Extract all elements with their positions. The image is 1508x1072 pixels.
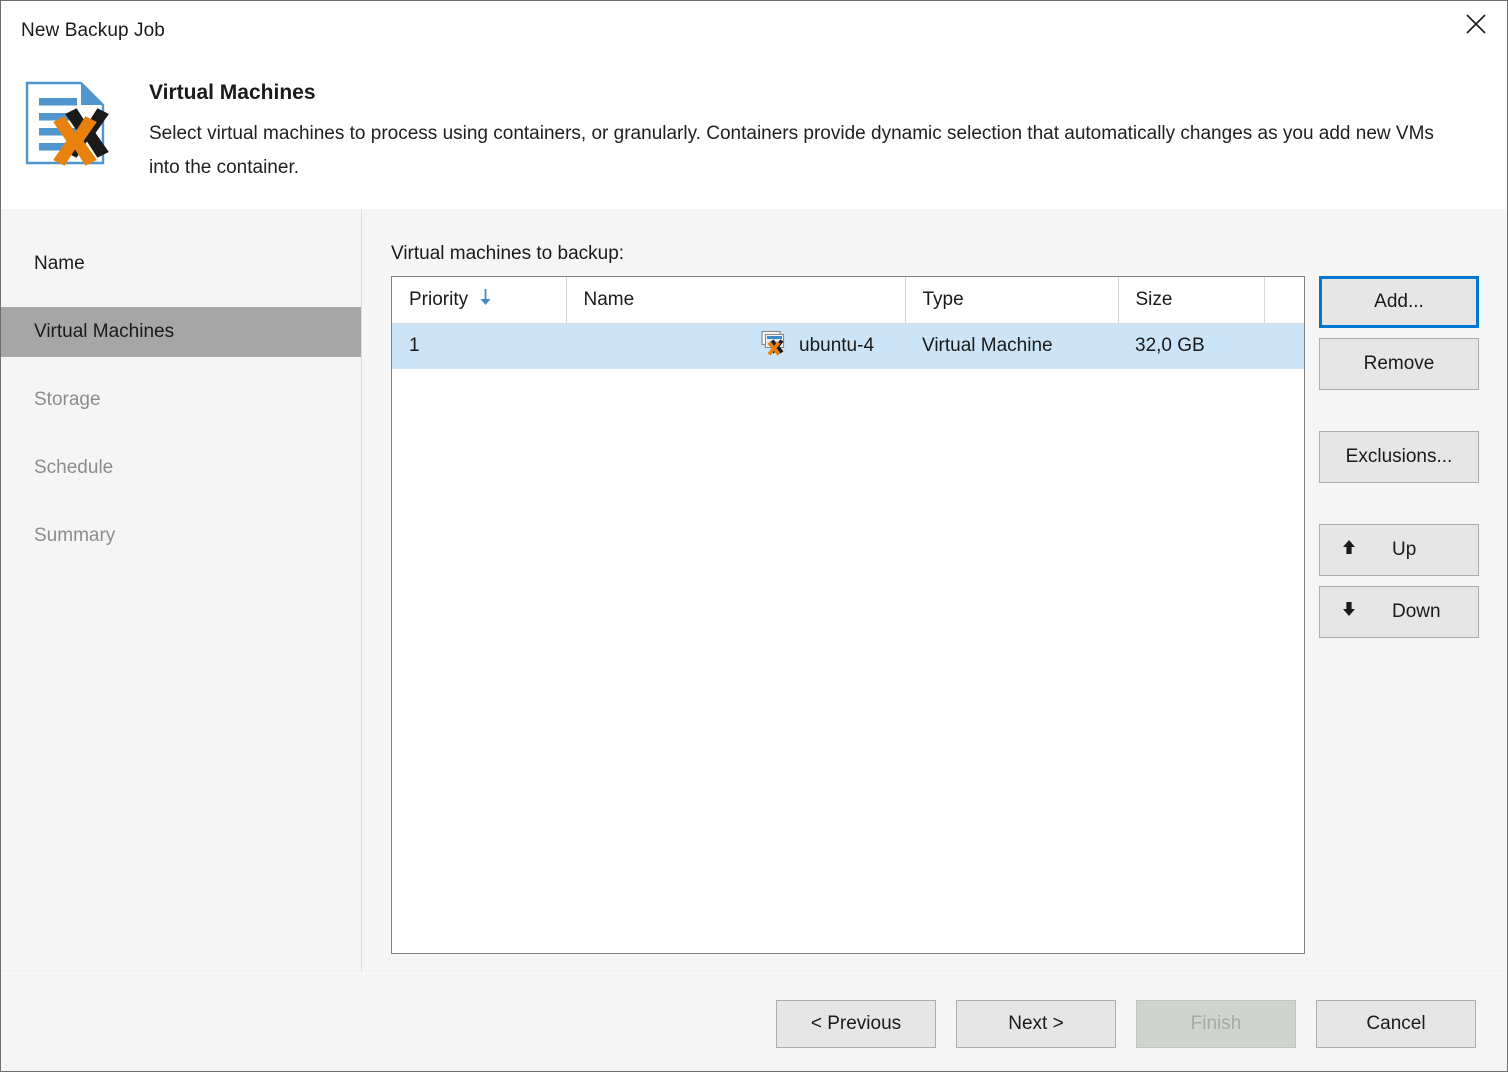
vm-document-x-icon <box>19 71 119 171</box>
vm-table-header: Priority Name Type Size <box>392 277 1304 324</box>
column-header-label: Name <box>583 288 635 310</box>
cell-spacer <box>1264 323 1304 369</box>
finish-button-label: Finish <box>1190 1013 1242 1034</box>
sidebar-item-label: Storage <box>34 389 101 410</box>
cell-type: Virtual Machine <box>905 323 1118 369</box>
remove-button[interactable]: Remove <box>1319 338 1479 390</box>
next-button-label: Next > <box>1008 1013 1064 1034</box>
vm-table: Priority Name Type Size 1 ubuntu-4 Virtu… <box>392 277 1304 369</box>
column-header-label: Priority <box>409 288 469 310</box>
add-button[interactable]: Add... <box>1319 276 1479 328</box>
finish-button: Finish <box>1136 1000 1296 1048</box>
sidebar-item-label: Virtual Machines <box>34 321 175 342</box>
cell-priority: 1 <box>392 323 566 369</box>
page-description: Select virtual machines to process using… <box>149 123 1434 178</box>
remove-button-label: Remove <box>1363 353 1435 374</box>
next-button[interactable]: Next > <box>956 1000 1116 1048</box>
vm-table-container[interactable]: Priority Name Type Size 1 ubuntu-4 Virtu… <box>391 276 1305 954</box>
virtual-machine-icon <box>761 330 787 362</box>
window-title: New Backup Job <box>21 20 165 41</box>
sidebar-item-schedule[interactable]: Schedule <box>1 443 361 493</box>
wizard-step-list: Name Virtual Machines Storage Schedule S… <box>1 239 361 561</box>
title-bar: New Backup Job <box>1 1 1507 63</box>
column-header-label: Size <box>1135 288 1173 310</box>
move-down-button[interactable]: Down <box>1319 586 1479 638</box>
sidebar-item-storage[interactable]: Storage <box>1 375 361 425</box>
move-up-button[interactable]: Up <box>1319 524 1479 576</box>
column-header-type[interactable]: Type <box>905 277 1119 324</box>
page-title: Virtual Machines <box>149 81 316 104</box>
dialog-header: Virtual Machines Select virtual machines… <box>1 63 1507 209</box>
column-header-name[interactable]: Name <box>566 277 906 324</box>
dialog-footer: < Previous Next > Finish Cancel <box>1 973 1507 1071</box>
column-header-spacer <box>1264 277 1304 324</box>
vm-table-body: 1 ubuntu-4 Virtual Machine 32,0 GB <box>392 323 1304 369</box>
cell-name: ubuntu-4 <box>566 323 905 369</box>
cell-name-label: ubuntu-4 <box>799 335 875 357</box>
vm-action-buttons: Add... Remove Exclusions... Up Down <box>1319 276 1479 954</box>
sidebar-item-name[interactable]: Name <box>1 239 361 289</box>
close-button[interactable] <box>1445 1 1507 47</box>
move-up-button-label: Up <box>1392 539 1417 560</box>
table-header-row: Priority Name Type Size <box>392 277 1304 324</box>
column-header-label: Type <box>922 288 964 310</box>
dialog-body: Name Virtual Machines Storage Schedule S… <box>1 209 1507 1071</box>
new-backup-job-dialog: New Backup Job Virtual Machines Select v… <box>0 0 1508 1072</box>
arrow-up-icon <box>1342 539 1356 561</box>
column-header-priority[interactable]: Priority <box>392 277 567 324</box>
footer-button-group: < Previous Next > Finish Cancel <box>776 1000 1476 1048</box>
move-down-button-label: Down <box>1392 601 1441 622</box>
content-area: Virtual machines to backup: Priority Nam… <box>363 209 1507 1071</box>
sidebar-item-label: Schedule <box>34 457 114 478</box>
sidebar-item-summary[interactable]: Summary <box>1 511 361 561</box>
sidebar-item-label: Summary <box>34 525 116 546</box>
wizard-sidebar: Name Virtual Machines Storage Schedule S… <box>1 209 362 972</box>
cancel-button-label: Cancel <box>1366 1013 1426 1034</box>
close-icon <box>1465 13 1487 35</box>
exclusions-button[interactable]: Exclusions... <box>1319 431 1479 483</box>
cancel-button[interactable]: Cancel <box>1316 1000 1476 1048</box>
exclusions-button-label: Exclusions... <box>1345 446 1453 467</box>
sidebar-item-label: Name <box>34 253 85 274</box>
column-header-size[interactable]: Size <box>1118 277 1265 324</box>
sidebar-item-virtual-machines[interactable]: Virtual Machines <box>1 307 361 357</box>
previous-button-label: < Previous <box>810 1013 902 1034</box>
previous-button[interactable]: < Previous <box>776 1000 936 1048</box>
vm-list-label: Virtual machines to backup: <box>391 243 625 264</box>
arrow-down-icon <box>1342 601 1356 623</box>
cell-size: 32,0 GB <box>1118 323 1264 369</box>
add-button-label: Add... <box>1374 291 1424 312</box>
table-row[interactable]: 1 ubuntu-4 Virtual Machine 32,0 GB <box>392 323 1304 369</box>
sort-descending-arrow-icon <box>479 288 492 312</box>
